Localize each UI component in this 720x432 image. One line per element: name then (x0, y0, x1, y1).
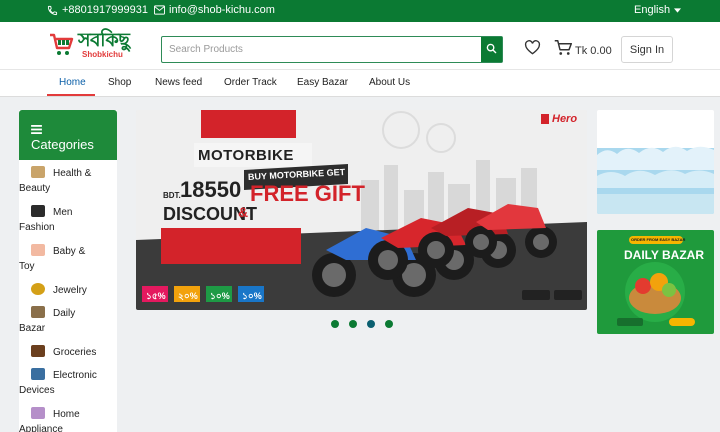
category-item-jewelry[interactable]: Jewelry (31, 283, 115, 298)
cart-button[interactable]: Tk 0.00 (554, 39, 612, 59)
carousel-dot-active[interactable] (367, 320, 375, 328)
hero-banner[interactable]: Hero MOTORBIKE BDT. 18550 BUY MOTORBIKE … (136, 110, 587, 310)
grocery-icon (31, 345, 45, 357)
cart-total: Tk 0.00 (575, 44, 612, 57)
category-item-daily-bazar[interactable]: Daily Bazar (19, 306, 115, 336)
banner-price-prefix: BDT. (163, 191, 181, 200)
nav-item-order-track[interactable]: Order Track (224, 77, 277, 88)
daily-bazar-artwork (597, 230, 714, 334)
site-logo[interactable]: সবকিছু Shobkichu (48, 29, 130, 62)
daily-bazar-title: DAILY BAZAR (624, 248, 705, 262)
caret-down-icon (674, 7, 682, 13)
category-item-men-fashion[interactable]: Men Fashion (19, 205, 115, 235)
phone-icon (47, 5, 58, 16)
search-icon (486, 41, 497, 59)
beauty-icon (31, 166, 45, 178)
category-item-home-appliance[interactable]: Home Appliance (19, 407, 115, 432)
category-item-health-beauty[interactable]: Health & Beauty (19, 166, 115, 196)
discount-tag: ১০% (210, 291, 230, 301)
heart-icon[interactable] (524, 40, 541, 60)
language-label: English (634, 4, 671, 16)
banner-price: 18550 (180, 177, 242, 202)
side-ad-daily-bazar[interactable]: ORDER FROM EASY BAZAR DAILY BAZAR (597, 230, 714, 334)
main-nav: Home Shop News feed Order Track Easy Baz… (0, 70, 720, 97)
language-selector[interactable]: English (634, 4, 682, 16)
logo-wordmark: সবকিছু (78, 29, 130, 51)
appliance-icon (31, 407, 45, 419)
category-item-electronic-devices[interactable]: Electronic Devices (19, 368, 115, 398)
nav-item-easy-bazar[interactable]: Easy Bazar (297, 77, 348, 88)
banner-amp: & (238, 204, 249, 220)
discount-tag: ১০% (242, 291, 262, 301)
carousel-dot[interactable] (385, 320, 393, 328)
logo-subtitle: Shobkichu (82, 50, 123, 59)
category-item-baby-toy[interactable]: Baby & Toy (19, 244, 115, 274)
email-address: info@shob-kichu.com (169, 4, 275, 16)
nav-active-indicator (47, 94, 95, 96)
electronics-icon (31, 368, 45, 380)
discount-tag: ১৫% (146, 291, 166, 301)
carousel-dot[interactable] (349, 320, 357, 328)
phone-contact[interactable]: +8801917999931 (47, 4, 148, 16)
top-bar: +8801917999931 info@shob-kichu.com Engli… (0, 0, 720, 22)
bazar-icon (31, 306, 45, 318)
discount-tag: ২০% (178, 291, 198, 301)
nav-item-news-feed[interactable]: News feed (155, 77, 202, 88)
cart-logo-icon (48, 31, 74, 62)
jewelry-icon (31, 283, 45, 295)
search-input[interactable] (162, 37, 482, 62)
fashion-icon (31, 205, 45, 217)
nav-item-about-us[interactable]: About Us (369, 77, 410, 88)
daily-bazar-tagline: ORDER FROM EASY BAZAR (631, 237, 686, 242)
carousel-dot[interactable] (331, 320, 339, 328)
cart-icon (554, 39, 572, 59)
banner-headline: MOTORBIKE (198, 147, 294, 164)
site-header: সবকিছু Shobkichu Tk 0.00 Sign In (0, 22, 720, 70)
search-bar (161, 36, 503, 63)
category-sidebar: Categories Health & Beauty Men Fashion Bab… (19, 110, 117, 432)
toy-icon (31, 244, 45, 256)
category-item-groceries[interactable]: Groceries (31, 345, 115, 360)
email-contact[interactable]: info@shob-kichu.com (154, 4, 275, 16)
mail-icon (154, 5, 165, 15)
nav-item-shop[interactable]: Shop (108, 77, 131, 88)
sky-artwork (597, 110, 714, 214)
banner-brand: Hero (552, 113, 578, 125)
signin-button[interactable]: Sign In (621, 36, 673, 63)
categories-header[interactable]: Categories (19, 110, 117, 160)
search-button[interactable] (481, 37, 502, 62)
banner-free-gift: FREE GIFT (250, 181, 365, 206)
side-ad-sky[interactable] (597, 110, 714, 214)
categories-title: Categories (31, 137, 94, 152)
nav-item-home[interactable]: Home (59, 77, 86, 88)
phone-number: +8801917999931 (62, 4, 148, 16)
carousel-dots (331, 320, 393, 328)
